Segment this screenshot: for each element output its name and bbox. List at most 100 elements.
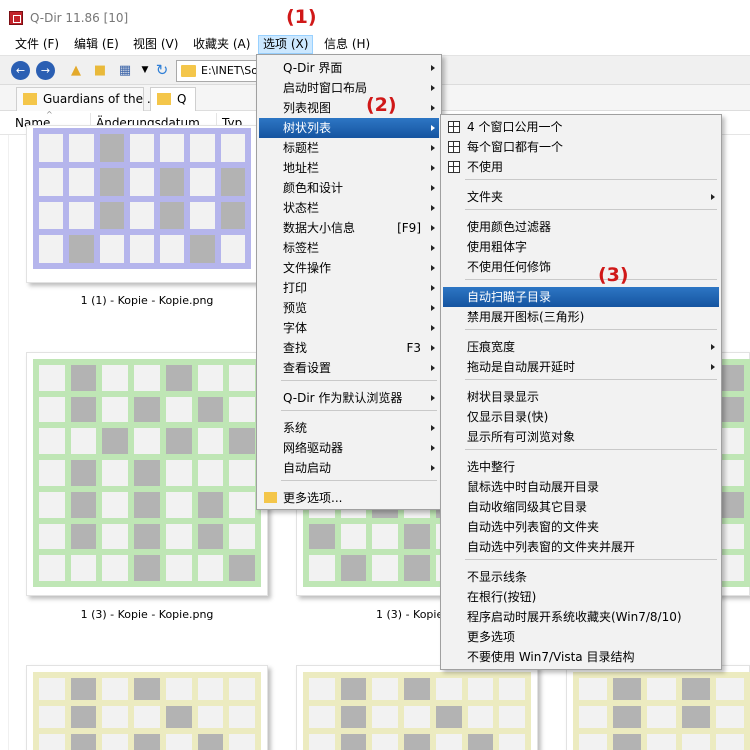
options-menu-item[interactable]: 颜色和设计 <box>259 178 439 198</box>
tree-menu-item[interactable]: 文件夹 <box>443 187 719 207</box>
options-menu-item[interactable]: 网络驱动器 <box>259 438 439 458</box>
menu-item-label: 不使用任何修饰 <box>467 260 552 274</box>
new-folder-icon[interactable]: ■ <box>90 61 110 80</box>
tree-menu-item[interactable]: 自动收缩同级其它目录 <box>443 497 719 517</box>
pixel-cell <box>681 734 710 750</box>
view-mode-icon[interactable]: ▦ <box>115 61 135 80</box>
pixel-cell <box>134 734 160 750</box>
pixel-cell <box>197 460 224 486</box>
tree-menu-item[interactable]: 在根行(按钮) <box>443 587 719 607</box>
tree-menu-item[interactable]: 不使用任何修饰 <box>443 257 719 277</box>
menu-item-label: 鼠标选中时自动展开目录 <box>467 480 600 494</box>
menu-item-label: 启动时窗口布局 <box>283 81 368 95</box>
pixel-cell <box>499 678 525 700</box>
pixel-cell <box>39 167 64 196</box>
pixel-cell <box>229 678 255 700</box>
tree-menu-item[interactable]: 4 个窗口公用一个 <box>443 117 719 137</box>
pixel-cell <box>134 396 160 423</box>
tree-menu-item[interactable]: 使用颜色过滤器 <box>443 217 719 237</box>
pixel-cell <box>134 428 160 455</box>
options-menu-item[interactable]: 状态栏 <box>259 198 439 218</box>
menu-item-label: 更多选项... <box>283 491 343 505</box>
options-menu-item[interactable]: 地址栏 <box>259 158 439 178</box>
pixel-cell <box>39 134 64 162</box>
menu-options[interactable]: 选项 (X) <box>258 35 314 54</box>
tree-menu-item[interactable]: 不使用 <box>443 157 719 177</box>
tree-menu-item[interactable]: 自动扫瞄子目录 <box>443 287 719 307</box>
tree-menu-item[interactable]: 自动选中列表窗的文件夹 <box>443 517 719 537</box>
file-thumbnail[interactable] <box>296 665 538 750</box>
tree-menu-item[interactable]: 更多选项 <box>443 627 719 647</box>
options-menu-item[interactable]: 预览 <box>259 298 439 318</box>
menu-favorites[interactable]: 收藏夹 (A) <box>189 35 254 54</box>
options-menu-item[interactable]: 数据大小信息 [F9] <box>259 218 439 238</box>
pixel-cell <box>229 428 255 455</box>
tree-menu-item[interactable]: 选中整行 <box>443 457 719 477</box>
tree-menu-item[interactable]: 仅显示目录(快) <box>443 407 719 427</box>
file-thumbnail[interactable] <box>26 125 268 283</box>
menu-item-label: 数据大小信息 <box>283 221 356 235</box>
menu-file[interactable]: 文件 (F) <box>11 35 63 54</box>
pixel-cell <box>165 523 192 550</box>
tree-menu-item[interactable]: 不要使用 Win7/Vista 目录结构 <box>443 647 719 667</box>
pixel-cell <box>129 167 155 196</box>
options-menu-item[interactable]: Q-Dir 界面 <box>259 58 439 78</box>
tree-menu-item[interactable]: 树状目录显示 <box>443 387 719 407</box>
pixel-cell <box>165 460 192 486</box>
options-menu-item[interactable]: 字体 <box>259 318 439 338</box>
tree-menu-item[interactable]: 不显示线条 <box>443 567 719 587</box>
options-menu-item[interactable]: 系统 <box>259 418 439 438</box>
pixel-cell <box>69 167 94 196</box>
options-menu-item[interactable]: 查找 F3 <box>259 338 439 358</box>
options-menu-item[interactable]: Q-Dir 作为默认浏览器 <box>259 388 439 408</box>
tree-menu-item[interactable]: 每个窗口都有一个 <box>443 137 719 157</box>
tree-menu-item[interactable]: 程序启动时展开系统收藏夹(Win7/8/10) <box>443 607 719 627</box>
menu-item-label: 拖动是自动展开延时 <box>467 360 576 374</box>
submenu-arrow-icon <box>711 194 715 200</box>
menu-view[interactable]: 视图 (V) <box>129 35 182 54</box>
forward-icon[interactable]: → <box>36 61 55 80</box>
menu-separator <box>465 179 717 180</box>
up-folder-icon[interactable]: ▲ <box>66 61 86 80</box>
tree-menu-item[interactable]: 压痕宽度 <box>443 337 719 357</box>
file-thumbnail[interactable] <box>26 665 268 750</box>
file-thumbnail[interactable] <box>26 352 268 596</box>
menu-item-label: 每个窗口都有一个 <box>467 140 564 154</box>
pixel-cell <box>372 734 399 750</box>
pixel-cell <box>39 365 65 391</box>
menu-item-label: 状态栏 <box>283 201 320 215</box>
tree-menu-item[interactable]: 鼠标选中时自动展开目录 <box>443 477 719 497</box>
file-caption[interactable]: 1 (3) - Kopie <box>376 608 443 621</box>
options-menu-item[interactable]: 打印 <box>259 278 439 298</box>
file-thumbnail[interactable] <box>566 665 750 750</box>
options-menu-item[interactable]: 树状列表 <box>259 118 439 138</box>
options-menu-item[interactable]: 标签栏 <box>259 238 439 258</box>
file-caption[interactable]: 1 (1) - Kopie - Kopie.png <box>26 294 268 307</box>
options-menu-item[interactable]: 更多选项... <box>259 488 439 508</box>
tab-guardians[interactable]: Guardians of the ... <box>16 87 158 111</box>
tree-menu-item[interactable]: 自动选中列表窗的文件夹并展开 <box>443 537 719 557</box>
refresh-icon[interactable]: ↻ <box>152 61 172 80</box>
pixel-cell <box>39 734 65 750</box>
options-menu-item[interactable]: 查看设置 <box>259 358 439 378</box>
options-menu-item[interactable]: 标题栏 <box>259 138 439 158</box>
submenu-arrow-icon <box>431 445 435 451</box>
menu-edit[interactable]: 编辑 (E) <box>70 35 123 54</box>
pixel-cell <box>681 678 710 700</box>
options-menu-item[interactable]: 文件操作 <box>259 258 439 278</box>
menu-info[interactable]: 信息 (H) <box>320 35 374 54</box>
options-menu-item[interactable]: 自动启动 <box>259 458 439 478</box>
tree-menu-item[interactable]: 显示所有可浏览对象 <box>443 427 719 447</box>
back-icon[interactable]: ← <box>11 61 30 80</box>
image-preview <box>33 359 261 587</box>
tree-menu-item[interactable]: 使用粗体字 <box>443 237 719 257</box>
options-menu-item[interactable]: 启动时窗口布局 <box>259 78 439 98</box>
address-bar[interactable]: E:\INET\So <box>176 60 266 82</box>
file-caption[interactable]: 1 (3) - Kopie - Kopie.png <box>26 608 268 621</box>
tab-q[interactable]: Q <box>150 87 196 111</box>
tree-menu-item[interactable]: 拖动是自动展开延时 <box>443 357 719 377</box>
options-menu-item[interactable]: 列表视图 <box>259 98 439 118</box>
tree-menu-item[interactable]: 禁用展开图标(三角形) <box>443 307 719 327</box>
menu-item-label: 更多选项 <box>467 630 516 644</box>
menu-item-shortcut: F3 <box>406 341 421 355</box>
